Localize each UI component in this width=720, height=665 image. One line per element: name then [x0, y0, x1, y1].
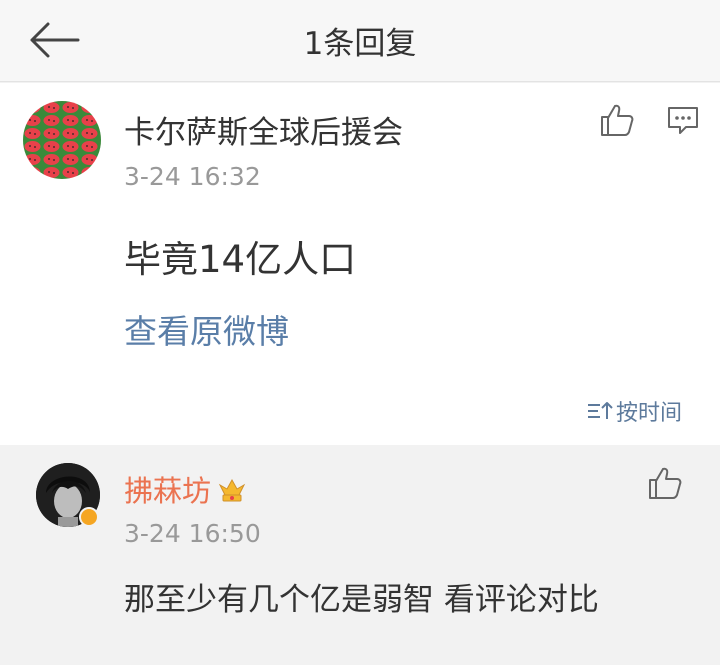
reply-text: 那至少有几个亿是弱智 看评论对比	[124, 582, 599, 618]
comment-timestamp: 3-24 16:32	[124, 162, 261, 191]
sort-icon	[587, 402, 613, 419]
crown-icon	[218, 478, 246, 502]
comment-text: 毕竟14亿人口	[124, 238, 357, 281]
reply-username-row: 拂菻坊	[124, 468, 247, 510]
view-original-link[interactable]: 查看原微博	[124, 305, 289, 353]
sort-by-time-button[interactable]: 按时间	[586, 395, 682, 427]
reply-item: 拂菻坊 3-24 16:50 那至少有几个亿是弱智 看评论对比	[0, 446, 720, 665]
reply-username[interactable]: 拂菻坊	[124, 468, 211, 510]
comment-icon	[668, 107, 698, 134]
comment-username[interactable]: 卡尔萨斯全球后援会	[124, 107, 403, 152]
avatar[interactable]	[23, 101, 101, 179]
page-title: 1条回复	[303, 26, 417, 62]
comment-button[interactable]	[664, 101, 702, 139]
thumbs-up-icon	[601, 104, 634, 136]
main-comment: 卡尔萨斯全球后援会 3-24 16:32 毕竟14亿人口 查看原微博 按时间	[0, 83, 720, 445]
reply-like-button[interactable]	[646, 464, 684, 502]
reply-timestamp: 3-24 16:50	[124, 519, 261, 548]
like-button[interactable]	[598, 101, 636, 139]
thumbs-up-icon	[649, 467, 682, 499]
sort-label: 按时间	[615, 401, 682, 426]
top-bar: 1条回复	[0, 0, 720, 82]
verified-badge	[79, 507, 99, 527]
